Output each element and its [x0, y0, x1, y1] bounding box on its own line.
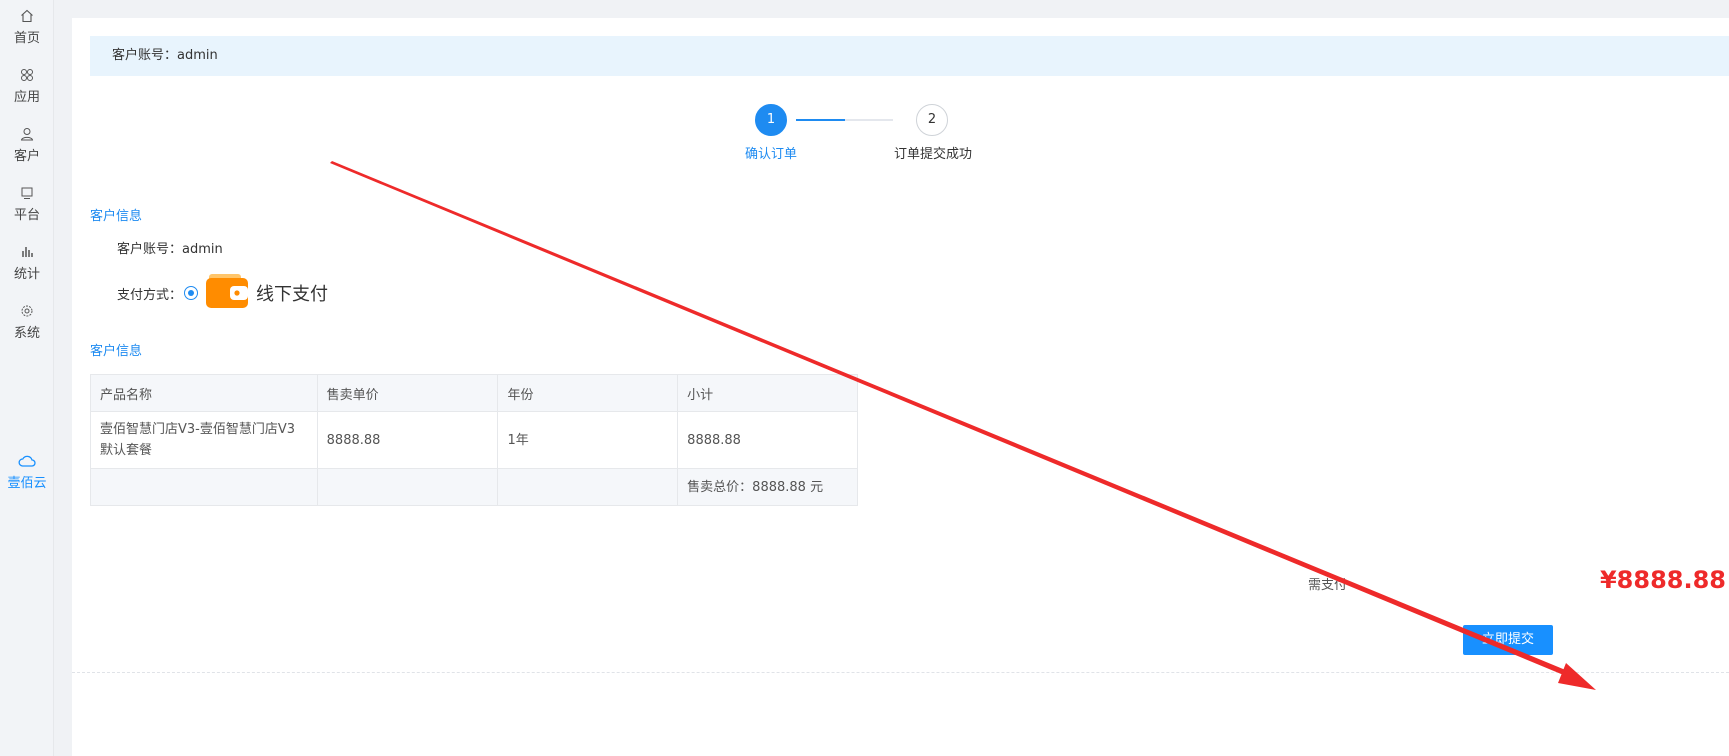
wallet-icon[interactable]: [206, 274, 248, 312]
amount-due-label: 需支付: [1308, 578, 1348, 593]
order-steps: 1 2 确认订单 订单提交成功: [72, 104, 1729, 174]
step-1-circle: 1: [755, 104, 787, 136]
cell-product: 壹佰智慧门店V3-壹佰智慧门店V3默认套餐: [90, 411, 318, 469]
payment-method-label: 支付方式：: [117, 288, 183, 303]
sidebar-item-label: 统计: [13, 267, 40, 282]
monitor-icon: [21, 187, 33, 199]
sidebar-item-home[interactable]: 首页: [0, 9, 54, 46]
submit-button[interactable]: 立即提交: [1463, 625, 1553, 655]
sidebar-item-label: 平台: [13, 208, 40, 223]
sidebar-item-label: 首页: [13, 31, 40, 46]
table-row: 壹佰智慧门店V3-壹佰智慧门店V3默认套餐 8888.88 1年 8888.88: [90, 411, 858, 469]
payment-radio-offline[interactable]: [184, 286, 198, 300]
customer-section-title: 客户信息: [90, 209, 143, 224]
sidebar-brand[interactable]: 壹佰云: [0, 454, 54, 491]
sidebar-item-stats[interactable]: 统计: [0, 245, 54, 282]
sidebar-item-platform[interactable]: 平台: [0, 186, 54, 223]
sidebar-item-label: 客户: [13, 149, 40, 164]
sidebar-item-label: 系统: [13, 326, 40, 341]
order-section-title: 客户信息: [90, 344, 143, 359]
payment-option-label[interactable]: 线下支付: [256, 280, 328, 306]
account-banner: 客户账号：admin: [90, 36, 1729, 76]
column-header-unit-price: 售卖单价: [316, 374, 499, 412]
order-table: 产品名称 售卖单价 年份 小计 壹佰智慧门店V3-壹佰智慧门店V3默认套餐 88…: [90, 374, 858, 506]
sidebar-item-label: 应用: [13, 90, 40, 105]
top-strip: [55, 0, 1729, 18]
gear-icon: [21, 305, 33, 317]
column-header-subtotal: 小计: [677, 374, 858, 412]
bar-chart-icon: [22, 247, 33, 257]
sidebar-brand-label: 壹佰云: [7, 476, 47, 491]
order-card: 客户账号：admin 1 2 确认订单 订单提交成功 客户信息 客户账号：adm…: [72, 18, 1729, 756]
cell-unit-price: 8888.88: [316, 411, 499, 469]
home-icon: [21, 9, 33, 23]
sidebar-item-system[interactable]: 系统: [0, 304, 54, 341]
step-2-circle: 2: [916, 104, 948, 136]
total-price: 售卖总价：8888.88 元: [677, 468, 858, 506]
sidebar: 首页 应用 客户 平台 统计 系统 壹佰云: [0, 0, 54, 756]
column-header-year: 年份: [497, 374, 679, 412]
user-icon: [20, 128, 34, 141]
step-connector: [796, 119, 893, 121]
cloud-icon: [18, 455, 36, 467]
table-header-row: 产品名称 售卖单价 年份 小计: [90, 374, 858, 412]
amount-due-value: ¥8888.88: [1599, 566, 1726, 594]
apps-icon: [21, 69, 33, 81]
cell-subtotal: 8888.88: [677, 411, 858, 469]
sidebar-item-customer[interactable]: 客户: [0, 127, 54, 164]
table-total-row: 售卖总价：8888.88 元: [90, 468, 858, 506]
column-header-product: 产品名称: [90, 374, 318, 412]
divider: [72, 672, 1729, 673]
customer-account: 客户账号：admin: [117, 242, 223, 257]
cell-year: 1年: [497, 411, 679, 469]
step-2-label: 订单提交成功: [894, 147, 973, 162]
sidebar-item-apps[interactable]: 应用: [0, 68, 54, 105]
step-1-label: 确认订单: [745, 147, 798, 162]
